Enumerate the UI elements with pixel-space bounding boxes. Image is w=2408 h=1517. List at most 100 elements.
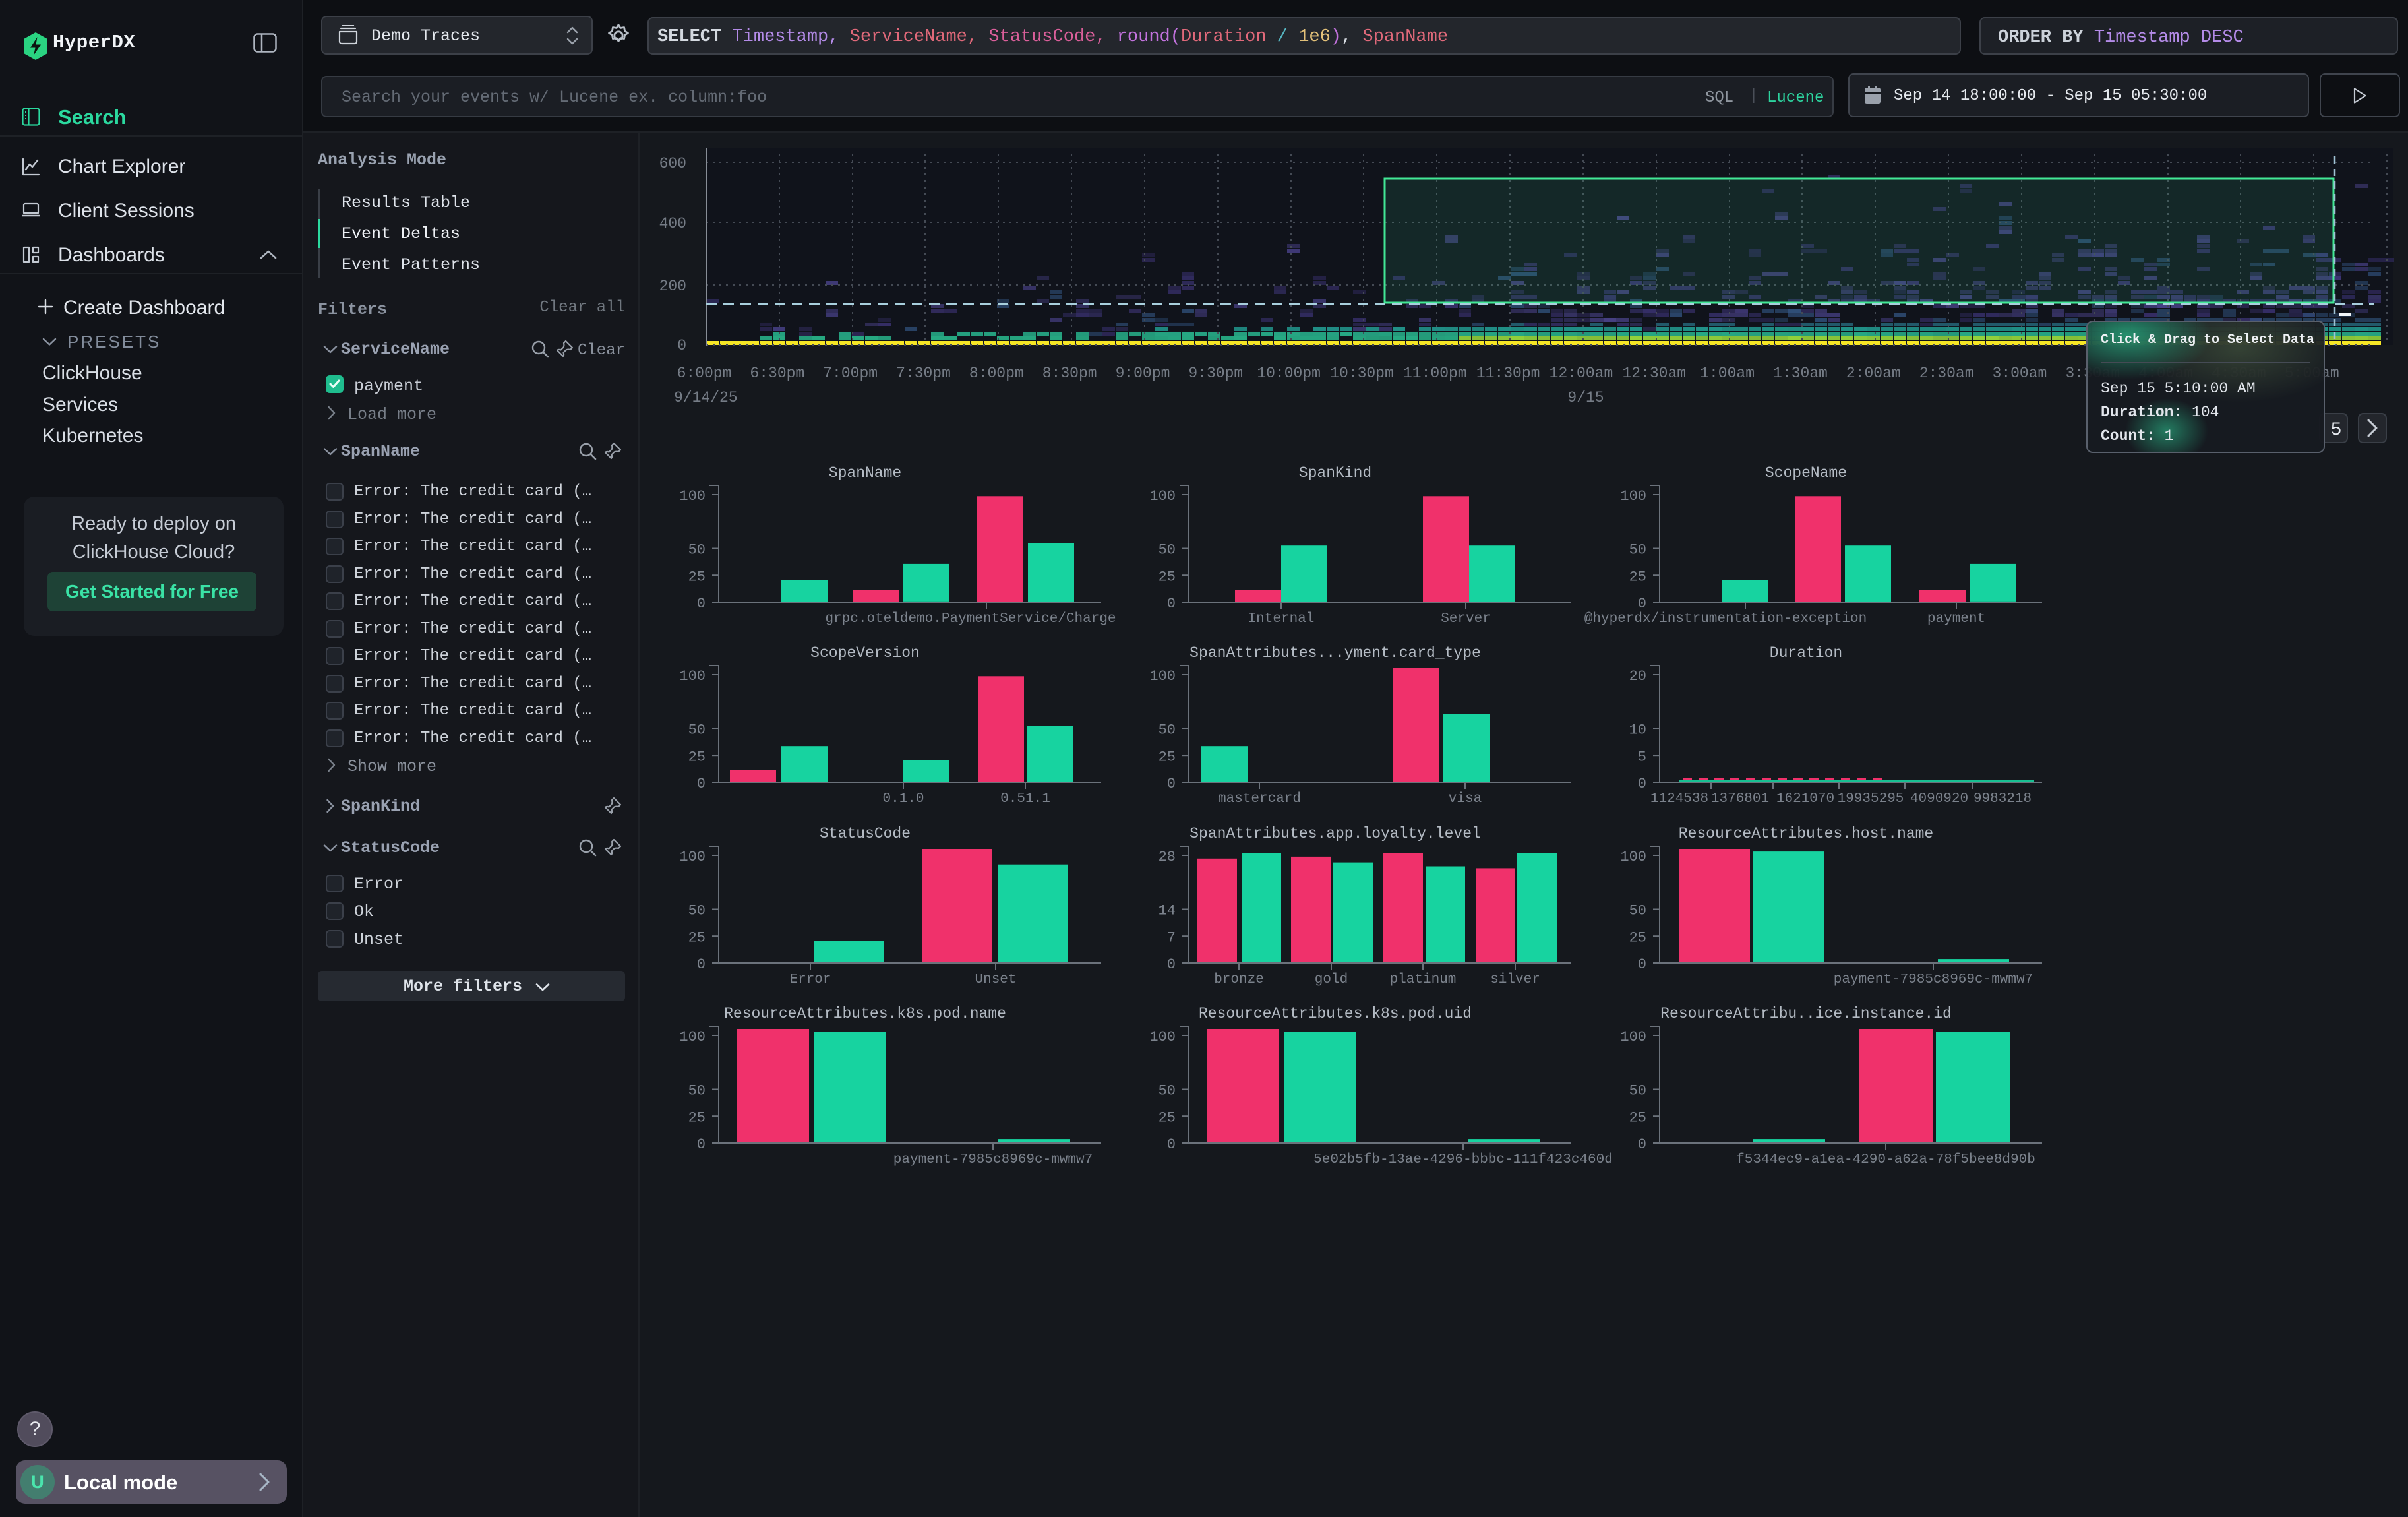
svg-text:1:30am: 1:30am	[1773, 365, 1828, 382]
svg-text:ResourceAttributes.k8s.pod.uid: ResourceAttributes.k8s.pod.uid	[1199, 1005, 1472, 1022]
svg-text:25: 25	[688, 569, 706, 585]
svg-text:0: 0	[677, 337, 686, 354]
svg-text:SpanAttributes.app.loyalty.lev: SpanAttributes.app.loyalty.level	[1189, 825, 1481, 842]
svg-text:0.1.0: 0.1.0	[882, 791, 924, 807]
svg-text:19935295: 19935295	[1837, 791, 1904, 807]
svg-text:11:00pm: 11:00pm	[1403, 365, 1467, 382]
svg-text:7: 7	[1167, 929, 1176, 946]
svg-text:100: 100	[1620, 488, 1646, 505]
svg-text:@hyperdx/instrumentation-excep: @hyperdx/instrumentation-exception	[1584, 611, 1866, 627]
svg-text:50: 50	[1159, 542, 1176, 559]
svg-text:50: 50	[1629, 902, 1646, 919]
svg-text:0: 0	[1167, 596, 1176, 612]
svg-text:2:00am: 2:00am	[1846, 365, 1901, 382]
svg-text:3:00am: 3:00am	[1993, 365, 2047, 382]
svg-text:Error: Error	[789, 972, 831, 987]
svg-text:SpanName: SpanName	[829, 464, 901, 481]
svg-text:0: 0	[1637, 776, 1646, 792]
svg-text:7:30pm: 7:30pm	[896, 365, 951, 382]
svg-text:Unset: Unset	[975, 972, 1016, 987]
svg-text:9/15: 9/15	[1567, 389, 1604, 406]
svg-text:0: 0	[1167, 956, 1176, 973]
svg-text:14: 14	[1159, 902, 1176, 919]
svg-text:7:00pm: 7:00pm	[823, 365, 878, 382]
svg-text:0: 0	[697, 596, 706, 612]
svg-text:SpanAttributes...yment.card_ty: SpanAttributes...yment.card_type	[1189, 644, 1481, 662]
svg-text:payment-7985c8969c-mwmw7: payment-7985c8969c-mwmw7	[1833, 972, 2032, 987]
svg-text:8:30pm: 8:30pm	[1042, 365, 1097, 382]
svg-text:5: 5	[1637, 749, 1646, 766]
svg-text:9983218: 9983218	[1973, 791, 2032, 807]
svg-text:100: 100	[679, 488, 706, 505]
svg-text:ScopeVersion: ScopeVersion	[810, 644, 920, 662]
svg-text:11:30pm: 11:30pm	[1476, 365, 1540, 382]
svg-text:Server: Server	[1441, 611, 1491, 627]
svg-text:6:30pm: 6:30pm	[750, 365, 804, 382]
svg-text:25: 25	[1159, 749, 1176, 766]
svg-text:0: 0	[1167, 776, 1176, 792]
svg-text:2:30am: 2:30am	[1919, 365, 1974, 382]
svg-text:50: 50	[688, 1082, 706, 1099]
svg-text:25: 25	[1629, 1109, 1646, 1126]
svg-text:Duration: Duration	[1769, 644, 1842, 662]
svg-text:9:30pm: 9:30pm	[1188, 365, 1243, 382]
svg-text:ResourceAttribu..ice.instance.: ResourceAttribu..ice.instance.id	[1660, 1005, 1952, 1022]
svg-text:f5344ec9-a1ea-4290-a62a-78f5be: f5344ec9-a1ea-4290-a62a-78f5bee8d90b	[1736, 1152, 2035, 1167]
svg-text:400: 400	[659, 215, 686, 232]
svg-text:100: 100	[679, 668, 706, 685]
svg-text:0: 0	[1637, 596, 1646, 612]
svg-text:SpanKind: SpanKind	[1299, 464, 1371, 481]
svg-text:Internal: Internal	[1248, 611, 1315, 627]
svg-text:100: 100	[1150, 668, 1176, 685]
svg-text:600: 600	[659, 155, 686, 172]
svg-text:50: 50	[1159, 1082, 1176, 1099]
svg-text:25: 25	[688, 749, 706, 766]
svg-text:9/14/25: 9/14/25	[674, 389, 738, 406]
svg-text:0: 0	[697, 1136, 706, 1153]
svg-text:gold: gold	[1315, 972, 1348, 987]
svg-text:StatusCode: StatusCode	[820, 825, 911, 842]
svg-text:50: 50	[1629, 542, 1646, 559]
svg-text:1621070: 1621070	[1776, 791, 1834, 807]
svg-text:1376801: 1376801	[1711, 791, 1769, 807]
svg-text:grpc.oteldemo.PaymentService/C: grpc.oteldemo.PaymentService/Charge	[825, 611, 1116, 627]
svg-text:ResourceAttributes.host.name: ResourceAttributes.host.name	[1678, 825, 1933, 842]
svg-text:6:00pm: 6:00pm	[677, 365, 732, 382]
svg-text:12:00am: 12:00am	[1550, 365, 1613, 382]
svg-text:1124538: 1124538	[1650, 791, 1708, 807]
svg-text:25: 25	[688, 929, 706, 946]
svg-text:12:30am: 12:30am	[1622, 365, 1686, 382]
svg-text:visa: visa	[1449, 791, 1482, 807]
svg-text:100: 100	[1620, 849, 1646, 865]
svg-text:0: 0	[1167, 1136, 1176, 1153]
svg-text:8:00pm: 8:00pm	[969, 365, 1024, 382]
svg-text:25: 25	[688, 1109, 706, 1126]
svg-text:platinum: platinum	[1390, 972, 1457, 987]
svg-text:50: 50	[688, 722, 706, 739]
svg-text:25: 25	[1629, 569, 1646, 585]
svg-text:10: 10	[1629, 722, 1646, 739]
svg-text:50: 50	[1159, 722, 1176, 739]
svg-text:4090920: 4090920	[1910, 791, 1968, 807]
svg-text:5: 5	[2331, 420, 2342, 441]
svg-text:28: 28	[1159, 849, 1176, 865]
svg-text:ScopeName: ScopeName	[1765, 464, 1847, 481]
svg-text:mastercard: mastercard	[1218, 791, 1301, 807]
svg-text:0: 0	[697, 776, 706, 792]
svg-text:20: 20	[1629, 668, 1646, 685]
svg-text:25: 25	[1159, 569, 1176, 585]
svg-text:100: 100	[1620, 1029, 1646, 1045]
svg-text:100: 100	[679, 849, 706, 865]
svg-text:bronze: bronze	[1215, 972, 1265, 987]
svg-text:25: 25	[1629, 929, 1646, 946]
svg-text:50: 50	[1629, 1082, 1646, 1099]
svg-text:100: 100	[679, 1029, 706, 1045]
svg-text:50: 50	[688, 902, 706, 919]
svg-text:0: 0	[1637, 956, 1646, 973]
svg-text:25: 25	[1159, 1109, 1176, 1126]
svg-text:100: 100	[1150, 1029, 1176, 1045]
svg-text:ResourceAttributes.k8s.pod.nam: ResourceAttributes.k8s.pod.name	[724, 1005, 1006, 1022]
svg-text:1:00am: 1:00am	[1700, 365, 1755, 382]
svg-text:0: 0	[1637, 1136, 1646, 1153]
svg-text:silver: silver	[1491, 972, 1541, 987]
